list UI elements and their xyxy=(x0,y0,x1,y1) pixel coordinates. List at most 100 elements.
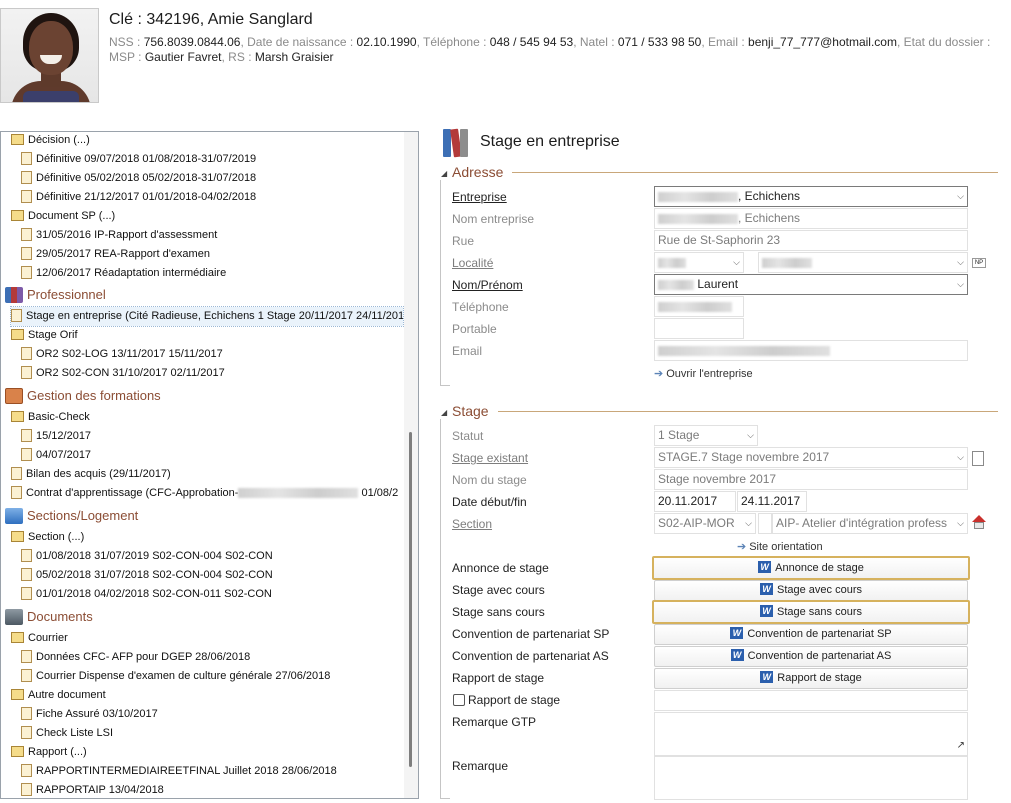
tree-folder[interactable]: Courrier xyxy=(11,629,68,648)
section-documents[interactable]: Documents xyxy=(5,607,93,627)
entreprise-select[interactable]: , Echichens ⌵ xyxy=(654,186,968,207)
rue-field[interactable]: Rue de St-Saphorin 23 xyxy=(654,230,968,251)
tree-item[interactable]: OR2 S02-CON 31/10/2017 02/11/2017 xyxy=(21,364,225,383)
tree-item[interactable]: RAPPORTINTERMEDIAIREETFINAL Juillet 2018… xyxy=(21,762,337,781)
section-name-select[interactable]: AIP- Atelier d'intégration profess ⌵ xyxy=(772,513,968,534)
remarque-gtp-label: Remarque GTP xyxy=(452,715,537,729)
stage-avec-cours-button[interactable]: W Stage avec cours xyxy=(654,580,968,601)
folder-icon xyxy=(11,410,24,422)
tree-item[interactable]: Bilan des acquis (29/11/2017) xyxy=(11,465,171,484)
nom-prenom-label[interactable]: Nom/Prénom xyxy=(452,278,523,292)
statut-select[interactable]: 1 Stage ⌵ xyxy=(654,425,758,446)
telephone-label: Téléphone xyxy=(452,300,509,314)
collapse-arrow-icon[interactable]: ◢ xyxy=(441,408,447,417)
tree-item[interactable]: 31/05/2016 IP-Rapport d'assessment xyxy=(21,226,217,245)
chevron-down-icon: ⌵ xyxy=(957,191,964,201)
tree-item[interactable]: Contrat d'apprentissage (CFC-Approbation… xyxy=(11,484,398,503)
rapport-stage-checkbox[interactable] xyxy=(453,694,465,706)
convention-as-button[interactable]: W Convention de partenariat AS xyxy=(654,646,968,667)
tree-item[interactable]: Fiche Assuré 03/10/2017 xyxy=(21,705,158,724)
tree-folder[interactable]: Rapport (...) xyxy=(11,743,87,762)
tree-item[interactable]: Données CFC- AFP pour DGEP 28/06/2018 xyxy=(21,648,250,667)
certificate-icon xyxy=(5,387,23,404)
npa-select[interactable]: ⌵ xyxy=(654,252,744,273)
section-label[interactable]: Section xyxy=(452,517,492,531)
collapse-arrow-icon[interactable]: ◢ xyxy=(441,169,447,178)
remarque-textarea[interactable] xyxy=(654,756,968,800)
tree-item[interactable]: 29/05/2017 REA-Rapport d'examen xyxy=(21,245,210,264)
tree-item[interactable]: Définitive 05/02/2018 05/02/2018-31/07/2… xyxy=(21,169,256,188)
document-icon xyxy=(21,365,32,379)
word-icon: W xyxy=(760,671,774,684)
document-icon xyxy=(21,246,32,260)
tree-item[interactable]: 12/06/2017 Réadaptation intermédiaire xyxy=(21,264,226,283)
portable-field[interactable] xyxy=(654,318,744,339)
nom-prenom-select[interactable]: Laurent ⌵ xyxy=(654,274,968,295)
chevron-down-icon: ⌵ xyxy=(957,518,964,528)
folder-icon xyxy=(11,328,24,340)
nom-stage-field[interactable]: Stage novembre 2017 xyxy=(654,469,968,490)
resize-handle-icon[interactable]: ↗ xyxy=(957,736,965,755)
rue-label: Rue xyxy=(452,234,475,248)
tree-item[interactable]: Définitive 09/07/2018 01/08/2018-31/07/2… xyxy=(21,150,256,169)
tree-item[interactable]: 15/12/2017 xyxy=(21,427,91,446)
tree-folder[interactable]: Décision (...) xyxy=(11,132,90,150)
redacted-text xyxy=(658,257,686,268)
tree-folder[interactable]: Stage Orif xyxy=(11,326,78,345)
stage-existant-label[interactable]: Stage existant xyxy=(452,451,528,465)
date-debut-field[interactable]: 20.11.2017 xyxy=(654,491,736,512)
redacted-text xyxy=(658,279,694,290)
rapport-stage-checkbox-label[interactable]: Rapport de stage xyxy=(468,693,560,707)
tree-folder[interactable]: Document SP (...) xyxy=(11,207,115,226)
localite-label[interactable]: Localité xyxy=(452,256,493,270)
word-icon: W xyxy=(730,627,744,640)
entreprise-label[interactable]: Entreprise xyxy=(452,190,507,204)
tree-item[interactable]: 04/07/2017 xyxy=(21,446,91,465)
scrollbar-thumb[interactable] xyxy=(409,432,412,767)
redacted-text xyxy=(658,213,738,224)
convention-as-label: Convention de partenariat AS xyxy=(452,649,609,663)
convention-sp-button[interactable]: W Convention de partenariat SP xyxy=(654,624,968,645)
tree-item-selected[interactable]: Stage en entreprise (Cité Radieuse, Echi… xyxy=(10,306,410,327)
stage-sans-cours-button[interactable]: W Stage sans cours xyxy=(652,600,970,624)
tree-item[interactable]: 05/02/2018 31/07/2018 S02-CON-004 S02-CO… xyxy=(21,566,273,585)
tree-item[interactable]: Définitive 21/12/2017 01/01/2018-04/02/2… xyxy=(21,188,256,207)
page-title: Stage en entreprise xyxy=(480,133,620,150)
tree-folder[interactable]: Basic-Check xyxy=(11,408,90,427)
telephone-field[interactable] xyxy=(654,296,744,317)
rapport-stage-field[interactable] xyxy=(654,690,968,711)
site-orientation-link[interactable]: ➔ Site orientation xyxy=(737,540,823,553)
tree-item[interactable]: Courrier Dispense d'examen de culture gé… xyxy=(21,667,330,686)
tree-folder[interactable]: Section (...) xyxy=(11,528,84,547)
section-code-select[interactable]: S02-AIP-MOR ⌵ xyxy=(654,513,756,534)
ouvrir-entreprise-link[interactable]: ➔ Ouvrir l'entreprise xyxy=(654,367,753,380)
tree-item[interactable]: 01/01/2018 04/02/2018 S02-CON-011 S02-CO… xyxy=(21,585,272,604)
remarque-gtp-textarea[interactable]: ↗ xyxy=(654,712,968,756)
tree-item[interactable]: 01/08/2018 31/07/2019 S02-CON-004 S02-CO… xyxy=(21,547,273,566)
nom-entreprise-field[interactable]: , Echichens xyxy=(654,208,968,229)
books-icon xyxy=(5,286,23,303)
np-lookup-icon[interactable]: NP xyxy=(972,258,986,268)
stage-existant-select[interactable]: STAGE.7 Stage novembre 2017 ⌵ xyxy=(654,447,968,468)
date-fin-field[interactable]: 24.11.2017 xyxy=(737,491,807,512)
document-icon[interactable] xyxy=(972,451,984,466)
tree-item[interactable]: OR2 S02-LOG 13/11/2017 15/11/2017 xyxy=(21,345,223,364)
section-formations[interactable]: Gestion des formations xyxy=(5,386,161,406)
building-icon xyxy=(5,507,23,524)
folder-icon xyxy=(11,133,24,145)
rapport-stage-button[interactable]: W Rapport de stage xyxy=(654,668,968,689)
tree-folder[interactable]: Autre document xyxy=(11,686,106,705)
section-professionnel[interactable]: Professionnel xyxy=(5,285,106,305)
tree-item[interactable]: RAPPORTAIP 13/04/2018 xyxy=(21,781,164,798)
chevron-down-icon: ⌵ xyxy=(957,452,964,462)
tree-scrollbar[interactable] xyxy=(404,132,418,798)
email-field[interactable] xyxy=(654,340,968,361)
document-icon xyxy=(21,763,32,777)
house-icon[interactable] xyxy=(972,515,987,529)
document-icon xyxy=(21,567,32,581)
dossier-tree[interactable]: Décision (...) Définitive 09/07/2018 01/… xyxy=(0,131,419,799)
annonce-stage-button[interactable]: W Annonce de stage xyxy=(652,556,970,580)
localite-select[interactable]: ⌵ xyxy=(758,252,968,273)
section-logement[interactable]: Sections/Logement xyxy=(5,506,138,526)
tree-item[interactable]: Check Liste LSI xyxy=(21,724,113,743)
